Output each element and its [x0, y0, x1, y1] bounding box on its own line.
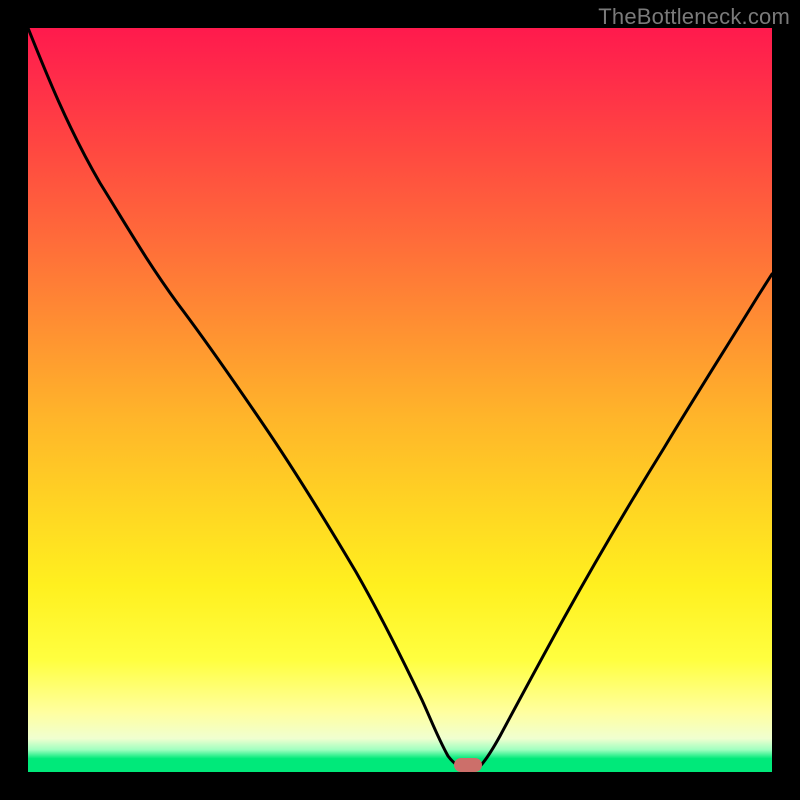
watermark-text: TheBottleneck.com	[598, 4, 790, 30]
chart-frame: TheBottleneck.com	[0, 0, 800, 800]
plot-area	[28, 28, 772, 772]
minimum-marker	[454, 758, 482, 772]
bottleneck-curve	[28, 28, 772, 772]
